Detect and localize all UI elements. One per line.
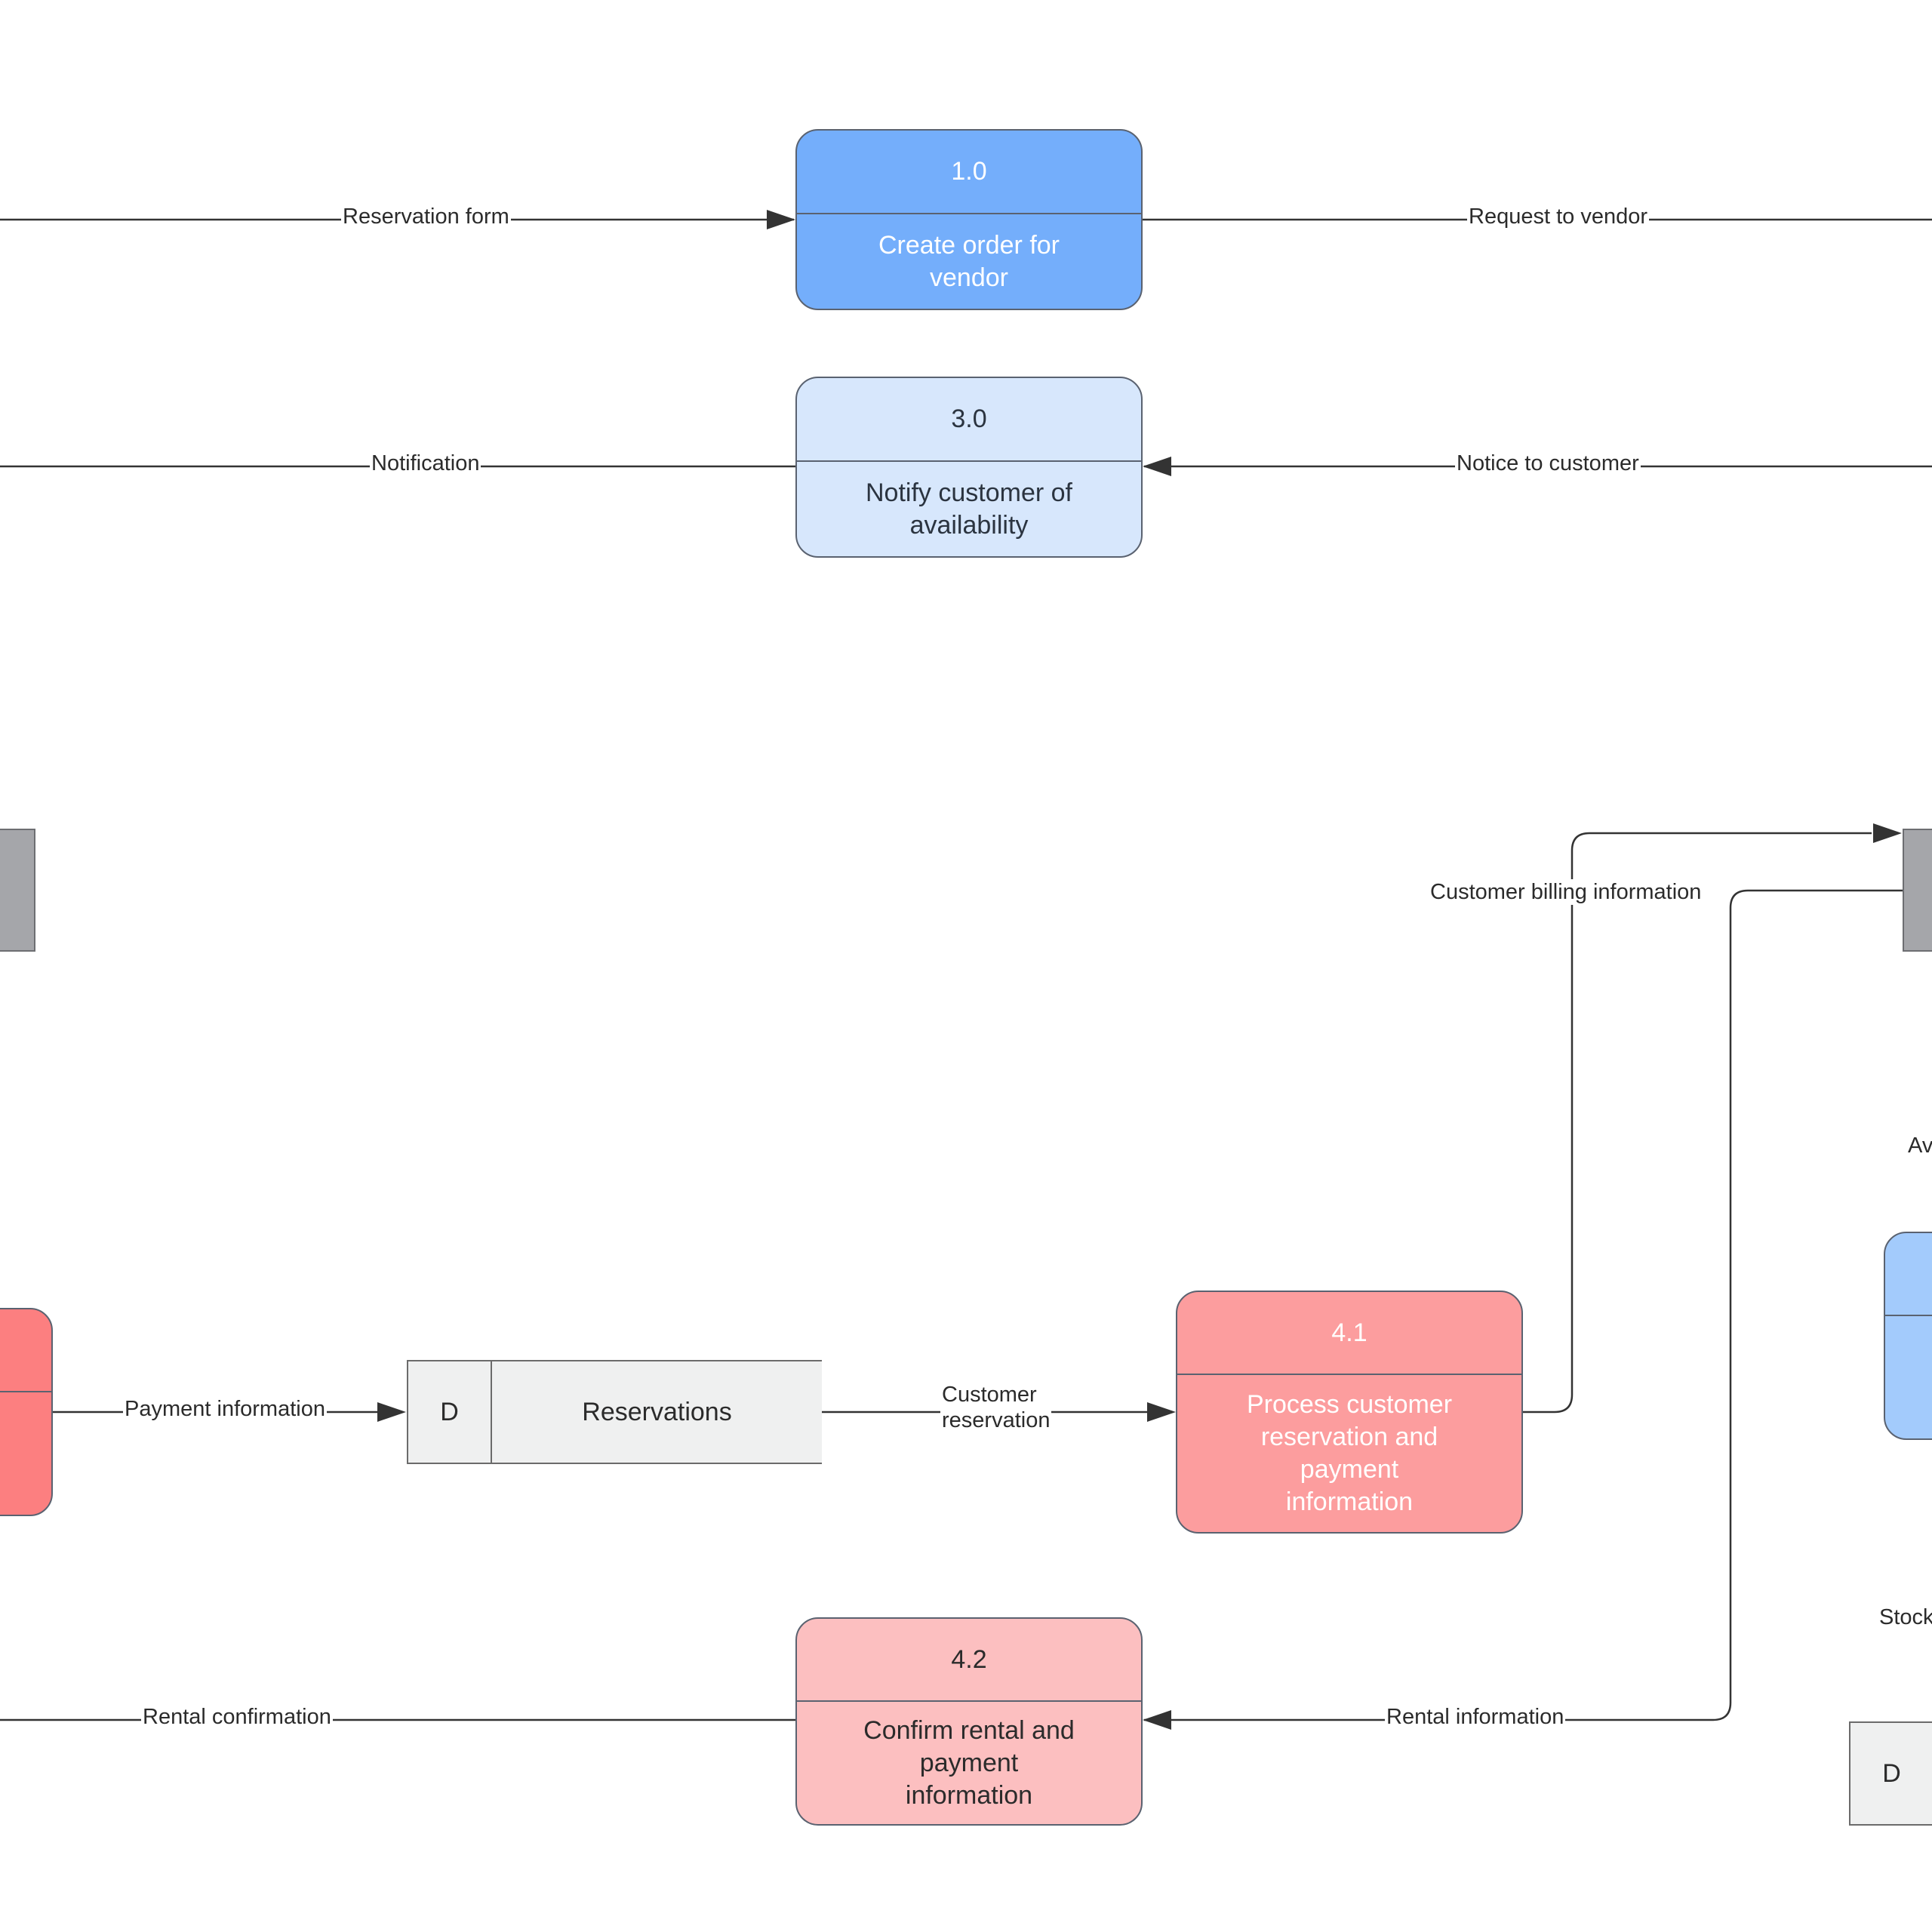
process-name: Confirm rental and payment information bbox=[863, 1715, 1075, 1810]
process-name: Notify customer of availability bbox=[866, 478, 1072, 540]
process-id: 3.0 bbox=[797, 378, 1141, 462]
process-id: 4.2 bbox=[797, 1619, 1141, 1702]
arrowhead-icon bbox=[767, 210, 795, 229]
process-4-1[interactable]: 4.1 Process customer reservation and pay… bbox=[1176, 1291, 1523, 1534]
process-left-partial[interactable] bbox=[0, 1308, 53, 1516]
process-name: Process customer reservation and payment… bbox=[1246, 1390, 1453, 1516]
process-header bbox=[0, 1309, 51, 1392]
flow-label-notice-to-customer: Notice to customer bbox=[1455, 451, 1641, 476]
process-name: Create order for vendor bbox=[878, 230, 1060, 292]
flow-label-reservation-form: Reservation form bbox=[341, 204, 511, 229]
process-id: 1.0 bbox=[797, 131, 1141, 214]
process-1-0[interactable]: 1.0 Create order for vendor bbox=[795, 129, 1143, 310]
data-store-id: D bbox=[1882, 1758, 1901, 1788]
flow-label-notification: Notification bbox=[370, 451, 481, 476]
flow-customer-billing-information[interactable] bbox=[1521, 832, 1872, 1414]
external-entity-left[interactable] bbox=[0, 829, 35, 952]
arrowhead-icon bbox=[377, 1402, 406, 1422]
arrowhead-icon bbox=[1147, 1402, 1176, 1422]
arrowhead-icon bbox=[1873, 823, 1902, 843]
data-store-name: Reservations bbox=[582, 1397, 732, 1426]
flow-label-rental-information: Rental information bbox=[1385, 1704, 1566, 1730]
external-entity-right[interactable] bbox=[1903, 829, 1932, 952]
data-store-reservations[interactable]: D Reservations bbox=[407, 1360, 822, 1464]
arrowhead-icon bbox=[1143, 1710, 1171, 1730]
flow-label-customer-reservation: Customer reservation bbox=[940, 1382, 1052, 1433]
process-id: 4.1 bbox=[1177, 1292, 1521, 1375]
flow-label-payment-information: Payment information bbox=[123, 1396, 327, 1422]
process-4-2[interactable]: 4.2 Confirm rental and payment informati… bbox=[795, 1617, 1143, 1826]
arrowhead-icon bbox=[1143, 457, 1171, 476]
process-header bbox=[1885, 1233, 1932, 1316]
process-right-partial[interactable] bbox=[1884, 1232, 1932, 1440]
data-store-right-partial[interactable]: D bbox=[1849, 1721, 1932, 1826]
flow-label-customer-billing-information: Customer billing information bbox=[1429, 879, 1703, 905]
flow-label-partial-stock: Stock bbox=[1879, 1605, 1932, 1629]
process-3-0[interactable]: 3.0 Notify customer of availability bbox=[795, 377, 1143, 558]
flow-label-rental-confirmation: Rental confirmation bbox=[141, 1704, 333, 1730]
flow-label-partial-availability: Av bbox=[1908, 1134, 1932, 1158]
flow-label-request-to-vendor: Request to vendor bbox=[1467, 204, 1649, 229]
data-store-id: D bbox=[408, 1361, 492, 1463]
